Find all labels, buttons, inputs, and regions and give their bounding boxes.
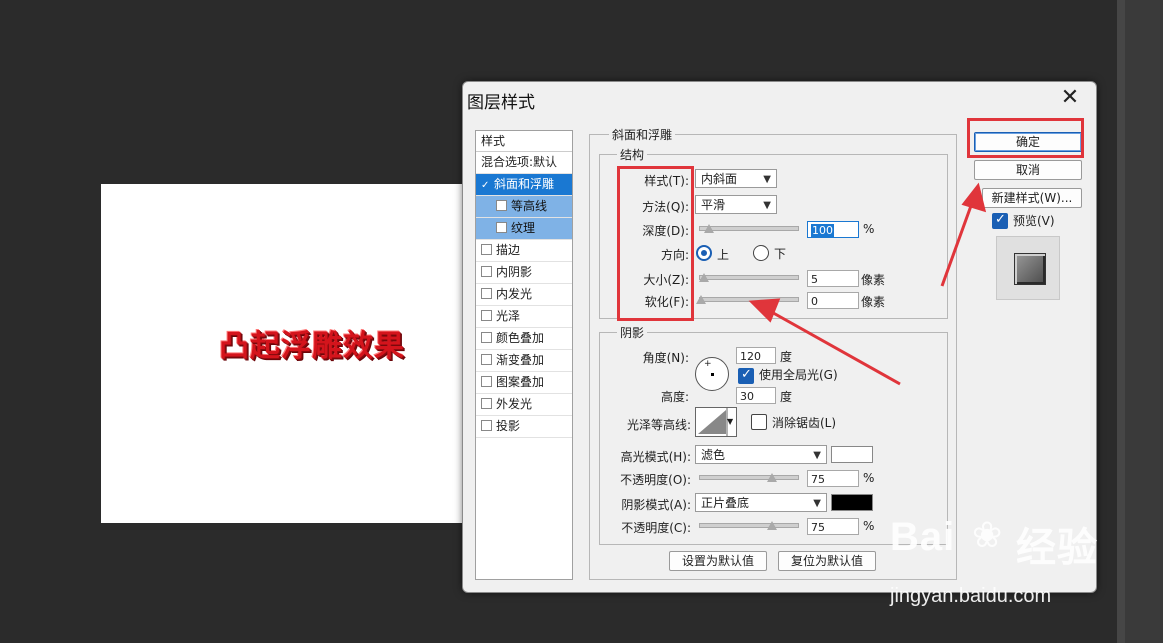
watermark-logo-suffix: 经验 [1016,526,1098,570]
paw-icon: ❀ [972,515,1003,556]
annotation-arrow-line [767,308,901,386]
watermark: Bai ❀ 经验 jingyan.baidu.com [890,515,1097,607]
watermark-logo: Bai [890,515,956,559]
annotation-arrow-head [748,298,781,323]
annotation-arrow-head [961,182,987,213]
annotation-arrow-line [940,202,974,287]
watermark-url: jingyan.baidu.com [890,585,1052,607]
